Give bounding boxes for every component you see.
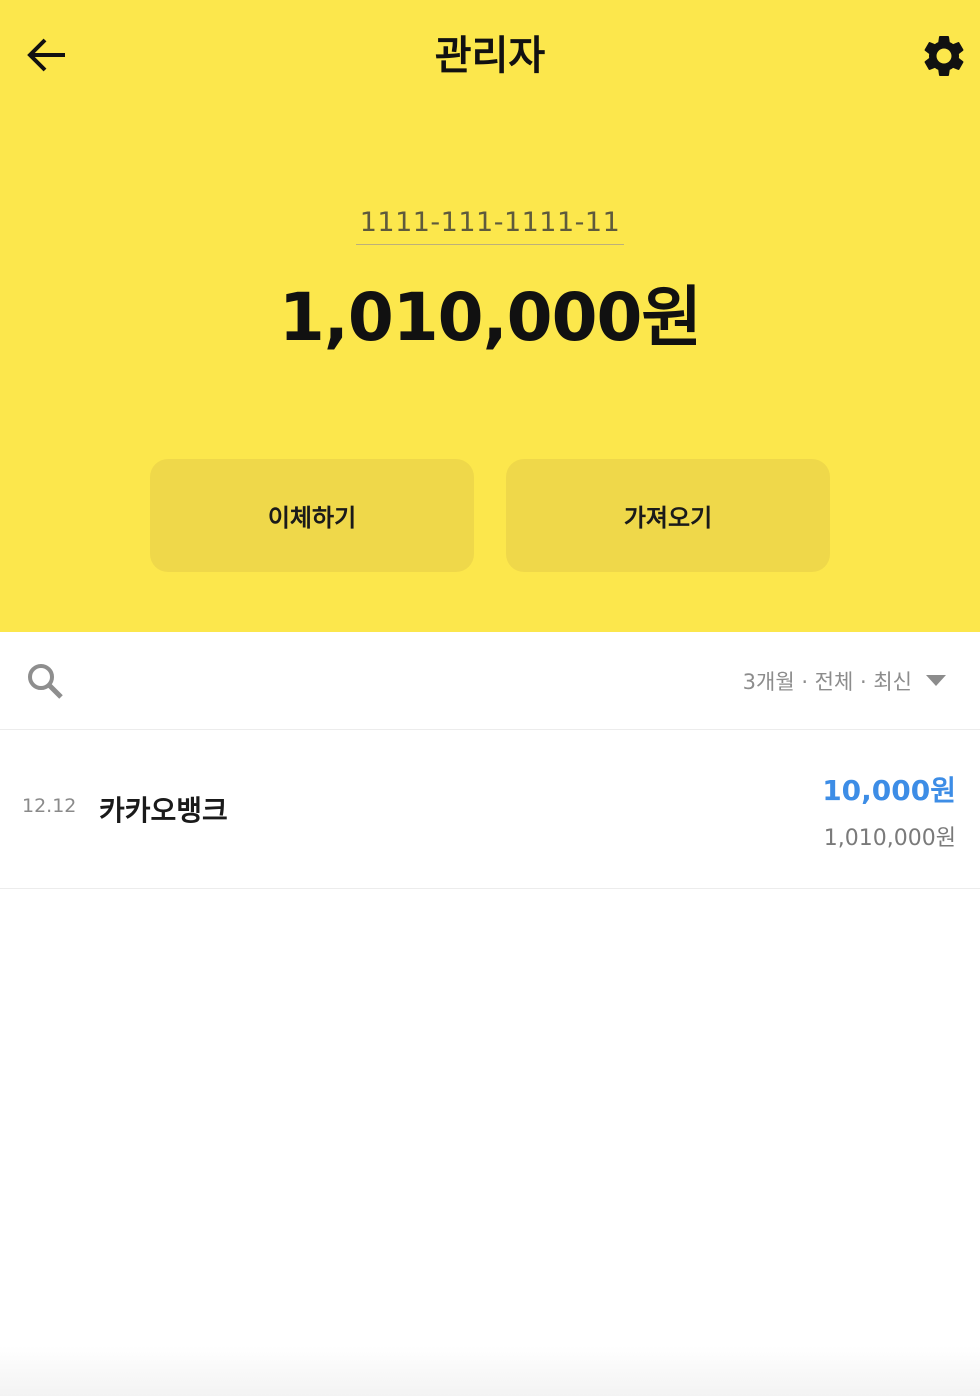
account-header: 관리자 1111-111-1111-11 1,010,000원 이체하기 가져오… <box>0 0 980 632</box>
bottom-fade <box>0 1346 980 1396</box>
filter-label: 3개월 · 전체 · 최신 <box>742 670 912 694</box>
transaction-name: 카카오뱅크 <box>99 794 228 827</box>
transaction-date: 12.12 <box>22 795 77 817</box>
account-balance: 1,010,000원 <box>278 279 702 356</box>
transaction-balance-after: 1,010,000원 <box>823 826 956 851</box>
transaction-amount: 10,000원 <box>822 774 956 807</box>
page-title: 관리자 <box>434 33 546 79</box>
gear-icon <box>924 35 964 76</box>
transaction-row[interactable]: 12.12 카카오뱅크 10,000원 1,010,000원 <box>0 731 980 889</box>
filter-bar: 3개월 · 전체 · 최신 <box>0 632 980 730</box>
account-number[interactable]: 1111-111-1111-11 <box>0 207 980 245</box>
caret-down-icon <box>926 675 946 686</box>
period-filter-select[interactable]: 3개월 · 전체 · 최신 <box>743 662 946 700</box>
search-icon <box>28 664 63 699</box>
search-button[interactable] <box>22 658 68 704</box>
settings-button[interactable] <box>914 26 974 86</box>
transfer-button[interactable]: 이체하기 <box>150 459 474 572</box>
account-number-text: 1111-111-1111-11 <box>355 207 625 245</box>
fetch-button[interactable]: 가져오기 <box>506 459 830 572</box>
